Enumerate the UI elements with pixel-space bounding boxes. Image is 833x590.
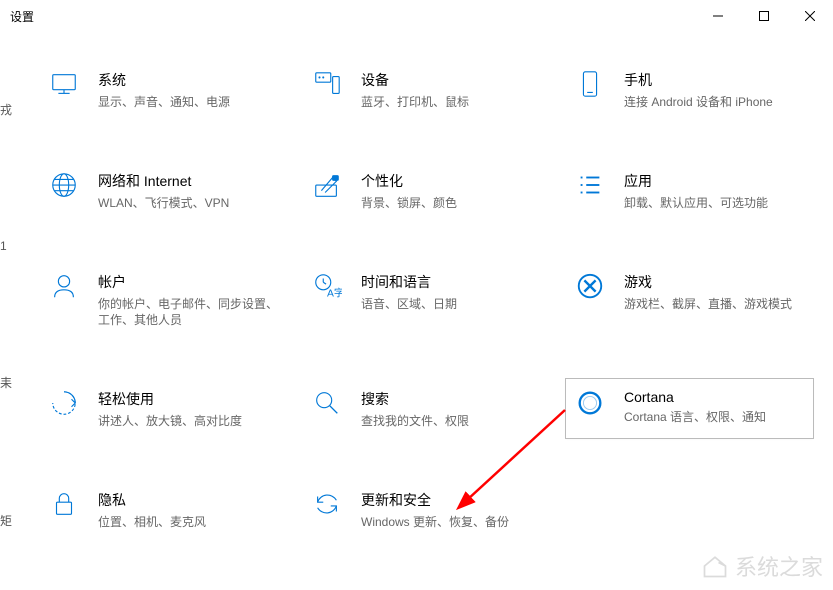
- cortana-icon: [574, 387, 606, 419]
- tile-title: 网络和 Internet: [98, 171, 279, 191]
- tile-desc: 卸载、默认应用、可选功能: [624, 195, 805, 212]
- tile-gaming[interactable]: 游戏 游戏栏、截屏、直播、游戏模式: [566, 262, 813, 338]
- maximize-button[interactable]: [741, 0, 787, 32]
- tile-title: 手机: [624, 70, 805, 90]
- phone-icon: [574, 68, 606, 100]
- tile-desc: Windows 更新、恢复、备份: [361, 514, 542, 531]
- window-title: 设置: [10, 8, 34, 25]
- update-security-icon: [311, 488, 343, 520]
- tile-desc: 连接 Android 设备和 iPhone: [624, 94, 805, 111]
- tile-desc: 语音、区域、日期: [361, 296, 542, 313]
- tile-time-language[interactable]: A字 时间和语言 语音、区域、日期: [303, 262, 550, 338]
- tile-privacy[interactable]: 隐私 位置、相机、麦克风: [40, 480, 287, 539]
- settings-grid: 系统 显示、声音、通知、电源 设备 蓝牙、打印机、鼠标 手机 连接 Androi…: [0, 32, 833, 559]
- tile-title: 轻松使用: [98, 389, 279, 409]
- network-icon: [48, 169, 80, 201]
- tile-desc: 讲述人、放大镜、高对比度: [98, 413, 279, 430]
- tile-title: 搜索: [361, 389, 542, 409]
- tile-system[interactable]: 系统 显示、声音、通知、电源: [40, 60, 287, 119]
- tile-title: 设备: [361, 70, 542, 90]
- tile-desc: 位置、相机、麦克风: [98, 514, 279, 531]
- tile-title: 个性化: [361, 171, 542, 191]
- titlebar: 设置: [0, 0, 833, 32]
- close-button[interactable]: [787, 0, 833, 32]
- tile-personalization[interactable]: 个性化 背景、锁屏、颜色: [303, 161, 550, 220]
- apps-icon: [574, 169, 606, 201]
- tile-desc: 背景、锁屏、颜色: [361, 195, 542, 212]
- accounts-icon: [48, 270, 80, 302]
- svg-text:A字: A字: [327, 286, 342, 299]
- tile-search[interactable]: 搜索 查找我的文件、权限: [303, 379, 550, 438]
- tile-network[interactable]: 网络和 Internet WLAN、飞行模式、VPN: [40, 161, 287, 220]
- left-edge-artifacts: 戎 1 耒 矩: [0, 40, 2, 590]
- tile-desc: 显示、声音、通知、电源: [98, 94, 279, 111]
- tile-desc: 你的帐户、电子邮件、同步设置、工作、其他人员: [98, 296, 279, 330]
- time-language-icon: A字: [311, 270, 343, 302]
- watermark: 系统之家: [701, 550, 823, 582]
- tile-title: 帐户: [98, 272, 279, 292]
- gaming-icon: [574, 270, 606, 302]
- devices-icon: [311, 68, 343, 100]
- tile-title: 隐私: [98, 490, 279, 510]
- personalization-icon: [311, 169, 343, 201]
- tile-cortana[interactable]: Cortana Cortana 语言、权限、通知: [566, 379, 813, 438]
- tile-phone[interactable]: 手机 连接 Android 设备和 iPhone: [566, 60, 813, 119]
- tile-title: 时间和语言: [361, 272, 542, 292]
- watermark-icon: [701, 552, 729, 580]
- tile-update-security[interactable]: 更新和安全 Windows 更新、恢复、备份: [303, 480, 550, 539]
- tile-desc: WLAN、飞行模式、VPN: [98, 195, 279, 212]
- tile-ease-of-access[interactable]: 轻松使用 讲述人、放大镜、高对比度: [40, 379, 287, 438]
- tile-desc: Cortana 语言、权限、通知: [624, 409, 805, 426]
- system-icon: [48, 68, 80, 100]
- tile-title: 游戏: [624, 272, 805, 292]
- tile-apps[interactable]: 应用 卸载、默认应用、可选功能: [566, 161, 813, 220]
- tile-desc: 蓝牙、打印机、鼠标: [361, 94, 542, 111]
- tile-title: Cortana: [624, 389, 805, 405]
- tile-desc: 查找我的文件、权限: [361, 413, 542, 430]
- ease-of-access-icon: [48, 387, 80, 419]
- watermark-text: 系统之家: [735, 550, 823, 582]
- privacy-icon: [48, 488, 80, 520]
- tile-desc: 游戏栏、截屏、直播、游戏模式: [624, 296, 805, 313]
- tile-title: 系统: [98, 70, 279, 90]
- tile-devices[interactable]: 设备 蓝牙、打印机、鼠标: [303, 60, 550, 119]
- tile-title: 应用: [624, 171, 805, 191]
- search-icon: [311, 387, 343, 419]
- tile-title: 更新和安全: [361, 490, 542, 510]
- tile-accounts[interactable]: 帐户 你的帐户、电子邮件、同步设置、工作、其他人员: [40, 262, 287, 338]
- minimize-button[interactable]: [695, 0, 741, 32]
- window-controls: [695, 0, 833, 32]
